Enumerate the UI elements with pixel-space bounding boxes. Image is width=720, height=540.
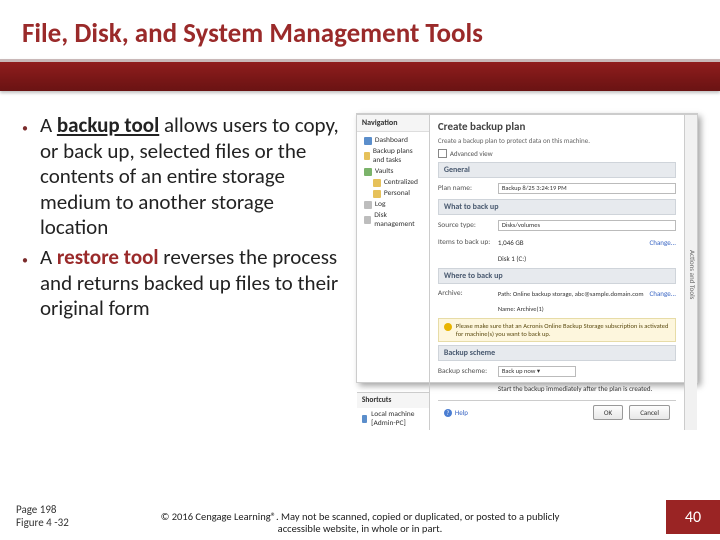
archive-value: Path: Online backup storage, abc@sample.… — [498, 290, 644, 298]
label: Items to back up: — [438, 238, 492, 247]
items-value2: Disk 1 (C:) — [498, 254, 526, 263]
bullet-item: • A backup tool allows users to copy, or… — [22, 113, 342, 241]
tree-item[interactable]: Personal — [361, 188, 425, 199]
bullet-item: • A restore tool reverses the process an… — [22, 245, 342, 322]
tree-label: Vaults — [375, 167, 394, 176]
section-what: What to back up — [438, 199, 676, 215]
row-items: Items to back up: 1,046 GB Change... — [438, 236, 676, 249]
row-archive2: Name: Archive(1) — [438, 303, 676, 315]
copyright-text: © 2016 Cengage Learning®. May not be sca… — [160, 511, 560, 536]
shortcuts-header: Shortcuts — [357, 392, 429, 408]
help-label: Help — [455, 408, 468, 417]
checkbox-icon — [438, 149, 447, 158]
section-where: Where to back up — [438, 268, 676, 284]
tree-label: Dashboard — [375, 136, 408, 145]
bullet-text: A backup tool allows users to copy, or b… — [40, 113, 342, 241]
plans-icon — [364, 152, 370, 160]
bullet-dot-icon: • — [22, 245, 28, 322]
bullet-pre: A — [40, 244, 57, 270]
label: Backup scheme: — [438, 367, 492, 376]
help-icon: ? — [444, 409, 452, 417]
slide-body: • A backup tool allows users to copy, or… — [0, 91, 720, 383]
page-ref-line1: Page 198 — [16, 503, 69, 517]
shortcut-item[interactable]: Local machine [Admin-PC] — [357, 408, 429, 430]
title-block: File, Disk, and System Management Tools — [0, 0, 720, 53]
row-scheme2: Start the backup immediately after the p… — [438, 382, 676, 395]
row-source-type: Source type: Disks/volumes — [438, 218, 676, 233]
label: Plan name: — [438, 184, 492, 193]
figure-main: Navigation Dashboard Backup plans and ta… — [357, 115, 697, 430]
slide-title: File, Disk, and System Management Tools — [22, 18, 696, 49]
text-column: • A backup tool allows users to copy, or… — [22, 113, 342, 383]
bullet-text: A restore tool reverses the process and … — [40, 245, 342, 322]
warning-icon — [444, 323, 452, 331]
bullet-pre: A — [40, 112, 57, 138]
nav-header: Navigation — [357, 115, 429, 132]
label: Source type: — [438, 221, 492, 230]
content-subtitle: Create a backup plan to protect data on … — [438, 136, 676, 145]
content-panel: Create backup plan Create a backup plan … — [430, 115, 684, 430]
nav-tree: Dashboard Backup plans and tasks Vaults … — [357, 132, 429, 392]
row-items2: Disk 1 (C:) — [438, 252, 676, 265]
log-icon — [364, 201, 372, 209]
tree-label: Centralized — [384, 178, 418, 187]
tree-item[interactable]: Backup plans and tasks — [361, 146, 425, 166]
bullet-term: backup tool — [57, 112, 159, 138]
slide-footer: Page 198 Figure 4 -32 © 2016 Cengage Lea… — [0, 486, 720, 540]
section-general: General — [438, 162, 676, 178]
shortcut-label: Local machine [Admin-PC] — [371, 410, 424, 428]
change-link[interactable]: Change... — [650, 238, 676, 247]
scheme-desc: Start the backup immediately after the p… — [498, 384, 653, 393]
advanced-view-toggle[interactable]: Advanced view — [438, 148, 676, 159]
tree-label: Log — [375, 200, 386, 209]
warning-note: Please make sure that an Acronis Online … — [438, 318, 676, 342]
row-archive: Archive: Path: Online backup storage, ab… — [438, 287, 676, 300]
tree-item[interactable]: Vaults — [361, 166, 425, 177]
content-title: Create backup plan — [438, 120, 676, 133]
help-link[interactable]: ?Help — [444, 408, 468, 417]
page-ref-line2: Figure 4 -32 — [16, 516, 69, 530]
tree-label: Personal — [384, 189, 410, 198]
source-type-select[interactable]: Disks/volumes — [498, 220, 676, 231]
change-link[interactable]: Change... — [650, 289, 676, 298]
tree-item[interactable]: Log — [361, 199, 425, 210]
page-number: 40 — [666, 500, 720, 534]
page-reference: Page 198 Figure 4 -32 — [16, 503, 69, 531]
bullet-dot-icon: • — [22, 113, 28, 241]
bullet-term: restore tool — [57, 244, 159, 270]
accent-bar — [0, 59, 720, 91]
tree-label: Backup plans and tasks — [373, 147, 425, 165]
tree-label: Disk management — [374, 211, 425, 229]
tree-item[interactable]: Dashboard — [361, 135, 425, 146]
dashboard-icon — [364, 137, 372, 145]
items-value: 1,046 GB — [498, 238, 524, 247]
row-plan-name: Plan name: Backup 8/25 3:24:19 PM — [438, 181, 676, 196]
note-text: Please make sure that an Acronis Online … — [456, 322, 670, 338]
slide: File, Disk, and System Management Tools … — [0, 0, 720, 540]
ok-button[interactable]: OK — [593, 405, 623, 420]
section-scheme: Backup scheme — [438, 345, 676, 361]
label: Archive: — [438, 289, 492, 298]
row-scheme: Backup scheme: Back up now ▾ — [438, 364, 676, 379]
disk-icon — [364, 216, 371, 224]
folder-icon — [373, 190, 381, 198]
advanced-label: Advanced view — [450, 149, 493, 158]
tree-item[interactable]: Centralized — [361, 177, 425, 188]
vaults-icon — [364, 168, 372, 176]
archive-value2: Name: Archive(1) — [498, 305, 544, 313]
machine-icon — [362, 415, 367, 423]
dialog-footer: ?Help OK Cancel — [438, 400, 676, 424]
nav-panel: Navigation Dashboard Backup plans and ta… — [357, 115, 430, 430]
tree-item[interactable]: Disk management — [361, 210, 425, 230]
folder-icon — [373, 179, 381, 187]
right-rail[interactable]: Actions and Tools — [684, 115, 697, 430]
figure-screenshot: Navigation Dashboard Backup plans and ta… — [356, 113, 698, 383]
scheme-select[interactable]: Back up now ▾ — [498, 366, 576, 377]
cancel-button[interactable]: Cancel — [629, 405, 670, 420]
plan-name-input[interactable]: Backup 8/25 3:24:19 PM — [498, 183, 676, 194]
